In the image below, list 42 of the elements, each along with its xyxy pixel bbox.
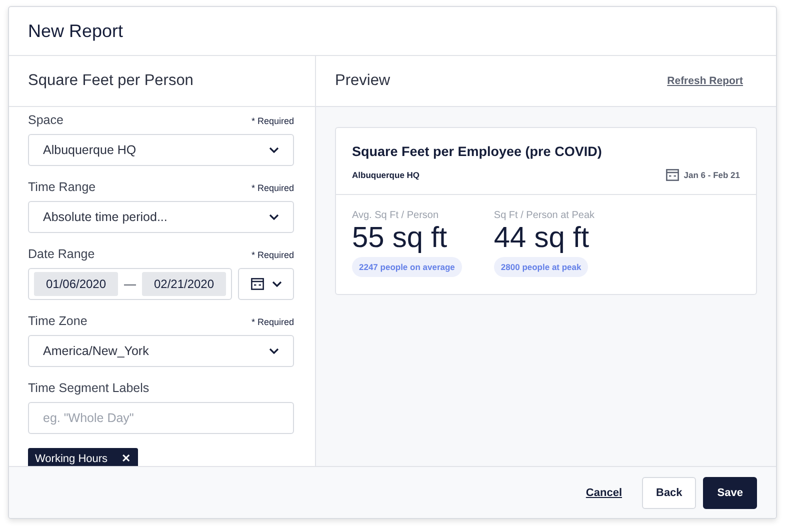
required-note: * Required: [251, 250, 294, 260]
field-label: Time Range: [28, 180, 96, 194]
metric-label: Sq Ft / Person at Peak: [494, 210, 595, 221]
metric-value: 44 sq ft: [494, 221, 590, 255]
remove-tag-button[interactable]: ✕: [122, 452, 131, 465]
field-label: Date Range: [28, 247, 95, 261]
dialog-title: New Report: [28, 20, 124, 42]
required-note: * Required: [251, 183, 294, 193]
back-button[interactable]: Back: [642, 476, 696, 508]
space-name: Albuquerque HQ: [352, 170, 420, 180]
chevron-down-icon: [269, 348, 279, 354]
date-separator: —: [124, 277, 136, 291]
input-field[interactable]: eg. "Whole Day": [28, 402, 294, 434]
calendar-dropdown-button[interactable]: [238, 268, 294, 300]
chevron-down-icon: [272, 281, 282, 287]
metric-note-pill: 2800 people at peak: [494, 257, 588, 277]
calendar-icon: [250, 278, 264, 290]
end-date: 02/21/2020: [142, 272, 226, 296]
preview-title: Preview: [335, 72, 390, 90]
required-note: * Required: [251, 116, 294, 126]
date-range-field[interactable]: 01/06/2020 — 02/21/2020: [28, 268, 232, 300]
required-note: * Required: [251, 317, 294, 327]
save-button[interactable]: Save: [703, 476, 757, 508]
tag-chip: Working Hours ✕: [28, 448, 138, 466]
refresh-report-link[interactable]: Refresh Report: [667, 75, 743, 87]
metric-label: Avg. Sq Ft / Person: [352, 210, 440, 221]
chevron-down-icon: [269, 147, 279, 153]
cancel-link[interactable]: Cancel: [586, 486, 622, 498]
report-type-title: Square Feet per Person: [28, 72, 194, 90]
select-field[interactable]: Albuquerque HQ: [28, 134, 294, 166]
start-date: 01/06/2020: [34, 272, 118, 296]
report-title: Square Feet per Employee (pre COVID): [352, 144, 603, 159]
field-label: Space: [28, 113, 64, 127]
date-range-text: Jan 6 - Feb 21: [684, 170, 740, 180]
metric-value: 55 sq ft: [352, 221, 448, 255]
field-label: Time Zone: [28, 314, 88, 328]
calendar-icon: [666, 169, 679, 181]
select-field[interactable]: Absolute time period...: [28, 201, 294, 233]
metric-note-pill: 2247 people on average: [352, 257, 462, 277]
select-field[interactable]: America/New_York: [28, 335, 294, 367]
field-label: Time Segment Labels: [28, 381, 150, 395]
chevron-down-icon: [269, 214, 279, 220]
